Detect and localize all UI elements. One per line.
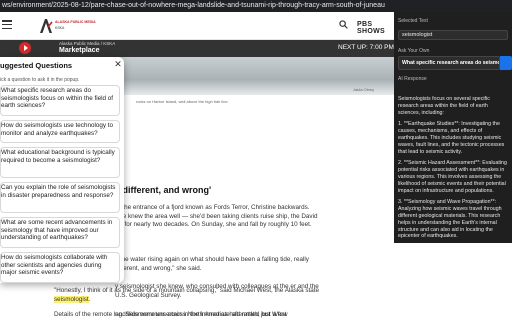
photo-caption: rocks on Harbor Island, well above the h… xyxy=(136,99,229,104)
question-card[interactable]: How do seismologists collaborate with ot… xyxy=(0,252,120,283)
program-name: Marketplace xyxy=(59,47,100,54)
ai-response-label: AI Response xyxy=(398,76,427,82)
response-paragraph: 2. **Seismic Hazard Assessment**: Evalua… xyxy=(398,160,507,194)
question-card[interactable]: Can you explain the role of seismologist… xyxy=(0,182,120,213)
question-card[interactable]: What are some recent advancements in sei… xyxy=(0,217,120,248)
popup-header: uggested Questions ✕ xyxy=(0,57,124,75)
article-paragraph: Details of the remote landslide were unc… xyxy=(54,311,287,318)
article-paragraph-quote: "Honestly, I think of it as the side of … xyxy=(54,287,339,304)
logo-station: KSKA xyxy=(55,26,65,30)
response-paragraph: 1. **Earthquake Studies**: Investigating… xyxy=(398,121,505,155)
question-card[interactable]: What specific research areas do seismolo… xyxy=(0,85,120,116)
pbs-shows-link[interactable]: PBS SHOWS xyxy=(357,21,394,35)
selected-text-label: Selected Text xyxy=(398,18,428,24)
question-card[interactable]: What educational background is typically… xyxy=(0,147,120,178)
suggested-questions-popup: uggested Questions ✕ ick a question to a… xyxy=(0,57,124,283)
site-logo[interactable] xyxy=(39,18,53,34)
ask-question-input[interactable]: What specific research areas do seismolo… xyxy=(398,56,500,70)
popup-hint: ick a question to ask it in the popup. xyxy=(0,77,80,83)
highlighted-selection[interactable]: seismologist xyxy=(54,295,89,303)
article-paragraph: y the water rising again on what should … xyxy=(115,256,309,272)
address-bar[interactable]: ws/environment/2025-08-12/pare-chase-out… xyxy=(0,0,512,12)
station-name: Alaska Public Media / KSKA xyxy=(59,41,116,46)
ai-response-text: Seismologists focus on several specific … xyxy=(398,96,508,241)
article-paragraph: ar the entrance of a fjord known as Ford… xyxy=(115,204,318,228)
site-header: ALASKA PUBLIC MEDIA KSKA PBS SHOWS xyxy=(0,12,394,40)
quote-end: . xyxy=(88,295,91,303)
ask-your-own-label: Ask Your Own xyxy=(398,48,430,54)
audio-player: Alaska Public Media / KSKA Marketplace N… xyxy=(0,40,404,57)
quote-text: "Honestly, I think of it as the side of … xyxy=(54,287,319,294)
close-icon[interactable]: ✕ xyxy=(113,59,123,69)
play-button[interactable] xyxy=(19,42,31,54)
send-button[interactable] xyxy=(500,56,512,70)
hamburger-menu-icon[interactable] xyxy=(2,20,12,29)
photo-credit: Jaida Olney xyxy=(353,87,375,92)
search-icon[interactable] xyxy=(339,20,348,29)
ai-side-panel: Selected Text seismologist Ask Your Own … xyxy=(394,12,512,243)
selected-text-field: seismologist xyxy=(398,30,508,40)
popup-title: uggested Questions xyxy=(0,61,73,70)
article-subhead: y different, and wrong' xyxy=(115,185,212,195)
response-paragraph: Seismologists focus on several specific … xyxy=(398,96,490,116)
question-card[interactable]: How do seismologists use technology to m… xyxy=(0,120,120,143)
response-paragraph: 3. **Seismology and Wave Propagation**: … xyxy=(398,199,502,240)
logo-tagline: ALASKA PUBLIC MEDIA xyxy=(55,20,96,24)
